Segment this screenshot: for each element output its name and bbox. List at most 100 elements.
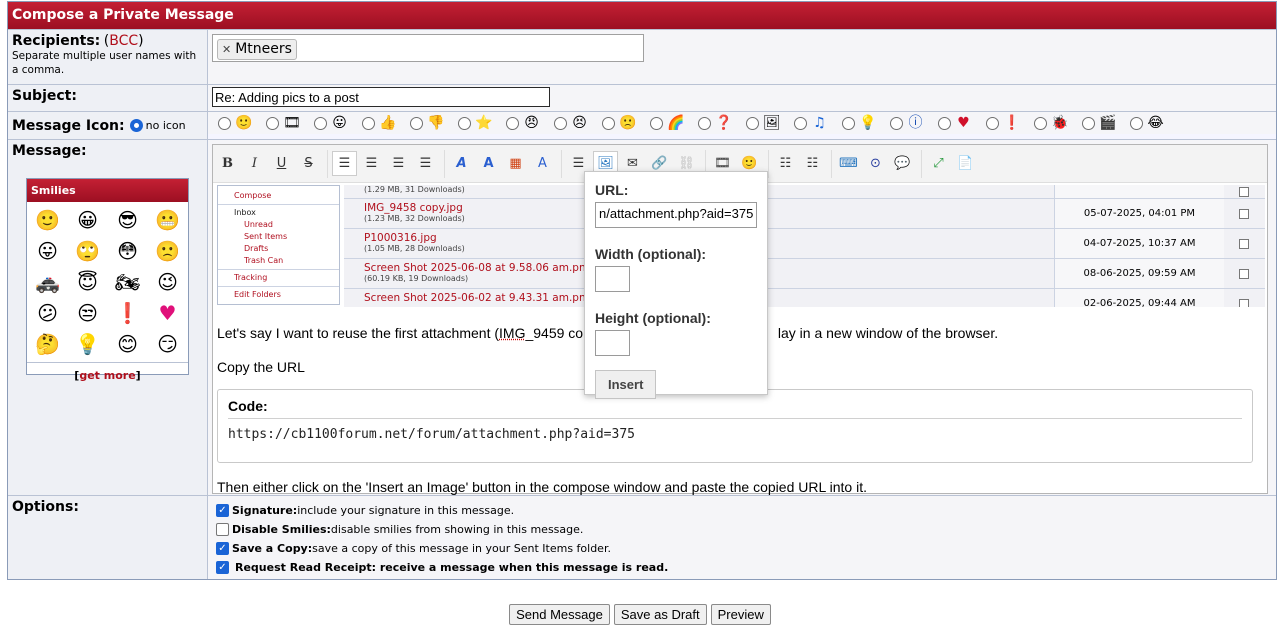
screenshot-attachments-table: (1.29 MB, 31 Downloads) IMG_9458 copy.jp… — [344, 185, 1265, 307]
send-message-button[interactable]: Send Message — [509, 604, 610, 625]
icon-radio[interactable] — [410, 116, 423, 130]
table-row: P1000316.jpg (1.05 MB, 28 Downloads) 04-0… — [344, 229, 1265, 259]
smilie-teeth-icon[interactable]: 😬 — [148, 205, 188, 236]
smilie-eek-icon[interactable]: 😳 — [108, 236, 148, 267]
numbered-list-icon[interactable]: ☷ — [800, 151, 825, 176]
smilie-exclaim-icon[interactable]: ❗ — [108, 298, 148, 329]
subject-input[interactable] — [212, 87, 550, 107]
smilie-smile-icon[interactable]: 🙂 — [28, 205, 68, 236]
bcc-link[interactable]: BCC — [109, 33, 138, 49]
recipient-chip[interactable]: ✕ Mtneers — [217, 39, 297, 60]
quote-icon[interactable]: 💬 — [890, 151, 915, 176]
table-row: IMG_9458 copy.jpg (1.23 MB, 32 Downloads)… — [344, 199, 1265, 229]
signature-checkbox[interactable]: ✓ — [216, 504, 229, 517]
smilie-moto-icon[interactable]: 🏍 — [108, 267, 148, 298]
justify-icon[interactable]: ☰ — [413, 151, 438, 176]
read-receipt-checkbox[interactable]: ✓ — [216, 561, 229, 574]
font-icon[interactable]: A — [449, 151, 474, 176]
source-icon[interactable]: 📄 — [953, 151, 978, 176]
get-more-link[interactable]: get more — [79, 369, 135, 382]
smilie-blush-icon[interactable]: 😊 — [108, 329, 148, 360]
bold-icon[interactable]: B — [215, 151, 240, 176]
save-copy-option[interactable]: ✓ Save a Copy: save a copy of this messag… — [216, 539, 1272, 558]
underline-icon[interactable]: U — [269, 151, 294, 176]
icon-radio[interactable] — [458, 116, 471, 130]
align-center-icon[interactable]: ☰ — [359, 151, 384, 176]
recipient-chip-label: Mtneers — [235, 41, 292, 57]
icon-radio[interactable] — [746, 116, 759, 130]
smilie-tongue-icon[interactable]: 😛 — [28, 236, 68, 267]
recipients-input[interactable]: ✕ Mtneers — [212, 34, 644, 62]
icon-radio[interactable] — [698, 116, 711, 130]
icon-radio[interactable] — [938, 116, 951, 130]
php-icon[interactable]: ⊙ — [863, 151, 888, 176]
bullet-list-icon[interactable]: ☷ — [773, 151, 798, 176]
subject-label: Subject: — [12, 88, 77, 104]
smilie-grin-icon[interactable]: 😀 — [68, 205, 108, 236]
smilie-heart-icon[interactable]: ♥ — [148, 298, 188, 329]
recipients-hint: Separate multiple user names with a comm… — [12, 50, 197, 76]
fullscreen-icon[interactable]: ⤢ — [926, 151, 951, 176]
smilie-question-icon[interactable]: 🤔 — [28, 329, 68, 360]
mad-icon: 😣 — [572, 114, 587, 131]
icon-radio[interactable] — [218, 116, 231, 130]
read-receipt-option[interactable]: ✓ Request Read Receipt: receive a message… — [216, 558, 1272, 577]
url-input[interactable]: n/attachment.php?aid=375 — [595, 202, 757, 228]
align-left-icon[interactable]: ☰ — [332, 151, 357, 176]
smilie-mad-icon[interactable]: 😒 — [68, 298, 108, 329]
smilie-cool-icon[interactable]: 😎 — [108, 205, 148, 236]
color-icon[interactable]: ▦ — [503, 151, 528, 176]
smilie-smirk-icon[interactable]: 😏 — [148, 329, 188, 360]
height-input[interactable] — [595, 330, 630, 356]
message-label: Message: — [12, 143, 87, 159]
save-draft-button[interactable]: Save as Draft — [613, 604, 707, 625]
signature-option[interactable]: ✓ Signature: include your signature in th… — [216, 501, 1272, 520]
icon-radio[interactable] — [1034, 116, 1047, 130]
smilie-rolleyes-icon[interactable]: 🙄 — [68, 236, 108, 267]
screenshot-side-item: Unread — [244, 220, 273, 229]
compose-panel: Compose a Private Message Recipients: (B… — [7, 1, 1277, 580]
icon-radio[interactable] — [314, 116, 327, 130]
smilie-tank-icon[interactable]: 🚓 — [28, 267, 68, 298]
icon-radio[interactable] — [266, 116, 279, 130]
remove-format-icon[interactable]: A — [530, 151, 555, 176]
clapper-icon: 🎬 — [1099, 114, 1117, 131]
icon-radio[interactable] — [506, 116, 519, 130]
smilie-wings-icon[interactable]: 😇 — [68, 267, 108, 298]
icon-radio[interactable] — [890, 116, 903, 130]
screenshot-side-item: Edit Folders — [234, 290, 281, 299]
disable-smilies-checkbox[interactable] — [216, 523, 229, 536]
strikethrough-icon[interactable]: S — [296, 151, 321, 176]
no-icon-radio[interactable] — [129, 119, 143, 132]
preview-button[interactable]: Preview — [710, 604, 771, 625]
smilie-idea-icon[interactable]: 💡 — [68, 329, 108, 360]
icon-radio[interactable] — [1130, 116, 1143, 130]
icon-radio[interactable] — [650, 116, 663, 130]
insert-button[interactable]: Insert — [595, 370, 657, 399]
icon-radio[interactable] — [1082, 116, 1095, 130]
table-row: (1.29 MB, 31 Downloads) — [344, 185, 1265, 199]
icon-radio[interactable] — [842, 116, 855, 130]
italic-icon[interactable]: I — [242, 151, 267, 176]
smilie-confused-icon[interactable]: 😕 — [28, 298, 68, 329]
width-label: Width (optional): — [595, 246, 707, 262]
disable-smilies-option[interactable]: Disable Smilies: disable smilies from sh… — [216, 520, 1272, 539]
save-copy-checkbox[interactable]: ✓ — [216, 542, 229, 555]
rainbow-icon: 🌈 — [667, 114, 685, 131]
smilie-frown-icon[interactable]: 🙁 — [148, 236, 188, 267]
code-icon[interactable]: ⌨ — [836, 151, 861, 176]
smilie-wink-icon[interactable]: 😉 — [148, 267, 188, 298]
icon-radio[interactable] — [602, 116, 615, 130]
icon-radio[interactable] — [362, 116, 375, 130]
sad-icon: 🙁 — [619, 114, 637, 131]
align-right-icon[interactable]: ☰ — [386, 151, 411, 176]
smile-icon: 🙂 — [235, 114, 253, 131]
icon-radio[interactable] — [986, 116, 999, 130]
laugh-icon: 😂 — [1147, 114, 1164, 131]
icon-radio[interactable] — [794, 116, 807, 130]
thumbs-down-icon: 👎 — [427, 114, 445, 131]
icon-radio[interactable] — [554, 116, 567, 130]
font-size-icon[interactable]: A — [476, 151, 501, 176]
remove-chip-icon[interactable]: ✕ — [222, 43, 231, 56]
width-input[interactable] — [595, 266, 630, 292]
